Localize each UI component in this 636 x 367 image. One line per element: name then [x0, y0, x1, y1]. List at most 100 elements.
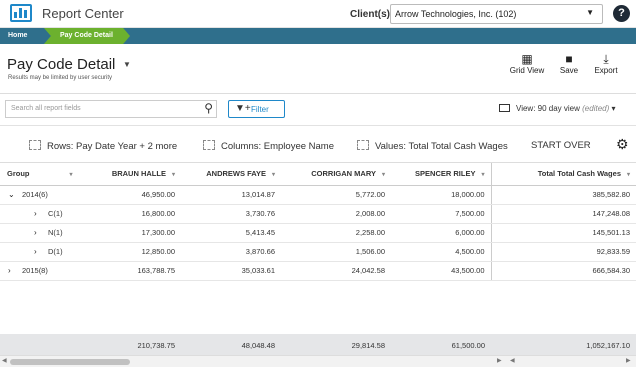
search-placeholder: Search all report fields — [11, 105, 81, 112]
cell: 5,772.00 — [281, 185, 391, 205]
total-cell: 147,248.08 — [490, 204, 636, 224]
sort-caret-icon[interactable]: ▾ — [272, 172, 275, 178]
total-spencer: 61,500.00 — [451, 341, 485, 350]
scroll-right-icon[interactable]: ▶ — [497, 357, 502, 364]
client-select[interactable]: Arrow Technologies, Inc. (102) ▼ — [390, 4, 603, 24]
collapse-icon[interactable]: ⌄ — [8, 190, 22, 199]
scroll-left-icon-2[interactable]: ◀ — [510, 357, 515, 364]
col-header-total[interactable]: Total Total Cash Wages ▾ — [490, 163, 636, 186]
cell: 24,042.58 — [281, 261, 391, 281]
rows-icon — [29, 140, 41, 150]
start-over-button[interactable]: START OVER — [531, 140, 591, 151]
expand-icon[interactable]: › — [34, 209, 48, 218]
row-group-cell[interactable]: › C(1) — [0, 204, 82, 224]
cell: 13,014.87 — [181, 185, 281, 205]
view-label: View: 90 day view — [516, 104, 580, 113]
scroll-left-icon[interactable]: ◀ — [2, 357, 7, 364]
logo-icon — [10, 4, 32, 22]
row-group-cell[interactable]: › 2015(8) — [0, 261, 82, 281]
filter-plus-icon: ▼+ — [235, 103, 251, 114]
dropdown-caret-icon: ▾ — [611, 104, 616, 113]
cell: 3,870.66 — [181, 242, 281, 262]
cell: 1,506.00 — [281, 242, 391, 262]
col-header-andrews[interactable]: ANDREWS FAYE ▾ — [181, 163, 281, 186]
col-header-group[interactable]: Group ▾ — [0, 163, 82, 186]
client-value: Arrow Technologies, Inc. (102) — [395, 9, 517, 19]
filter-bar: Search all report fields ⚲ ▼+ Filter Vie… — [0, 94, 636, 126]
pivot-values[interactable]: Values: Total Total Cash Wages — [357, 140, 508, 152]
row-group-cell[interactable]: › D(1) — [0, 242, 82, 262]
pivot-table: Group ▾ BRAUN HALLE ▾ ANDREWS FAYE ▾ CORRIG… — [0, 163, 636, 281]
col-header-braun[interactable]: BRAUN HALLE ▾ — [82, 163, 181, 186]
save-icon: ■ — [565, 52, 573, 66]
cell: 16,800.00 — [82, 204, 181, 224]
view-selector[interactable]: View: 90 day view (edited) ▾ — [499, 104, 616, 113]
columns-icon — [203, 140, 215, 150]
total-braun: 210,738.75 — [137, 341, 175, 350]
grid-view-button[interactable]: ▦ Grid View — [505, 52, 549, 75]
cell: 7,500.00 — [391, 204, 491, 224]
table-row: › 2015(8) 163,788.75 35,033.61 24,042.58 … — [0, 261, 636, 281]
cell: 3,730.76 — [181, 204, 281, 224]
breadcrumb-home[interactable]: Home — [0, 28, 48, 44]
cell: 2,258.00 — [281, 223, 391, 243]
pivot-rows[interactable]: Rows: Pay Date Year + 2 more — [29, 140, 177, 152]
search-input[interactable]: Search all report fields ⚲ — [5, 100, 217, 118]
search-icon[interactable]: ⚲ — [204, 101, 213, 115]
sort-caret-icon[interactable]: ▾ — [382, 172, 385, 178]
cell: 18,000.00 — [391, 185, 491, 205]
cell: 6,000.00 — [391, 223, 491, 243]
pivot-columns[interactable]: Columns: Employee Name — [203, 140, 334, 152]
breadcrumb: Home Pay Code Detail — [0, 28, 636, 44]
cell: 2,008.00 — [281, 204, 391, 224]
save-button[interactable]: ■ Save — [556, 52, 582, 75]
scrollbar-thumb[interactable] — [10, 359, 130, 365]
expand-icon[interactable]: › — [34, 247, 48, 256]
table-row: ⌄ 2014(6) 46,950.00 13,014.87 5,772.00 18… — [0, 185, 636, 205]
pivot-bar: Rows: Pay Date Year + 2 more Columns: Em… — [0, 126, 636, 163]
sort-caret-icon[interactable]: ▾ — [70, 172, 73, 178]
grid-icon: ▦ — [521, 52, 533, 66]
title-dropdown-icon[interactable]: ▼ — [123, 60, 131, 69]
pivot-values-label: Values: Total Total Cash Wages — [375, 141, 508, 152]
col-header-spencer[interactable]: SPENCER RILEY ▾ — [391, 163, 491, 186]
total-andrews: 48,048.48 — [241, 341, 275, 350]
top-bar: Report Center Client(s) Arrow Technologi… — [0, 0, 636, 28]
expand-icon[interactable]: › — [34, 228, 48, 237]
export-icon: ⤓ — [603, 52, 609, 66]
total-cell: 92,833.59 — [490, 242, 636, 262]
expand-icon[interactable]: › — [8, 266, 22, 275]
grid-view-label: Grid View — [509, 66, 545, 75]
total-cell: 666,584.30 — [490, 261, 636, 281]
cell: 4,500.00 — [391, 242, 491, 262]
cell: 46,950.00 — [82, 185, 181, 205]
pivot-rows-label: Rows: Pay Date Year + 2 more — [47, 141, 178, 152]
export-button[interactable]: ⤓ Export — [589, 52, 623, 75]
totals-row: 210,738.75 48,048.48 29,814.58 61,500.00… — [0, 334, 636, 355]
table-row: › D(1) 12,850.00 3,870.66 1,506.00 4,500.… — [0, 242, 636, 262]
export-label: Export — [594, 66, 618, 75]
dropdown-caret-icon: ▼ — [586, 8, 594, 17]
values-icon — [357, 140, 369, 150]
total-cell: 145,501.13 — [490, 223, 636, 243]
sort-caret-icon[interactable]: ▾ — [172, 172, 175, 178]
row-group-cell[interactable]: › N(1) — [0, 223, 82, 243]
total-corrigan: 29,814.58 — [351, 341, 385, 350]
sort-caret-icon[interactable]: ▾ — [481, 172, 484, 178]
scroll-right-icon-2[interactable]: ▶ — [626, 357, 631, 364]
filter-button[interactable]: ▼+ Filter — [228, 100, 285, 118]
cell: 35,033.61 — [181, 261, 281, 281]
page-header: Pay Code Detail ▼ Results may be limited… — [0, 44, 636, 94]
breadcrumb-current[interactable]: Pay Code Detail — [44, 28, 130, 44]
row-group-cell[interactable]: ⌄ 2014(6) — [0, 185, 82, 205]
grand-total: 1,052,167.10 — [586, 341, 630, 350]
sort-caret-icon[interactable]: ▾ — [627, 172, 630, 178]
cell: 5,413.45 — [181, 223, 281, 243]
page-title[interactable]: Pay Code Detail — [7, 56, 115, 73]
col-header-corrigan[interactable]: CORRIGAN MARY ▾ — [281, 163, 391, 186]
gear-icon[interactable]: ⚙ — [616, 136, 629, 153]
monitor-icon — [499, 104, 510, 112]
horizontal-scrollbar[interactable]: ◀ ▶ ◀ ▶ — [0, 355, 636, 367]
help-icon[interactable]: ? — [613, 5, 630, 22]
cell: 12,850.00 — [82, 242, 181, 262]
